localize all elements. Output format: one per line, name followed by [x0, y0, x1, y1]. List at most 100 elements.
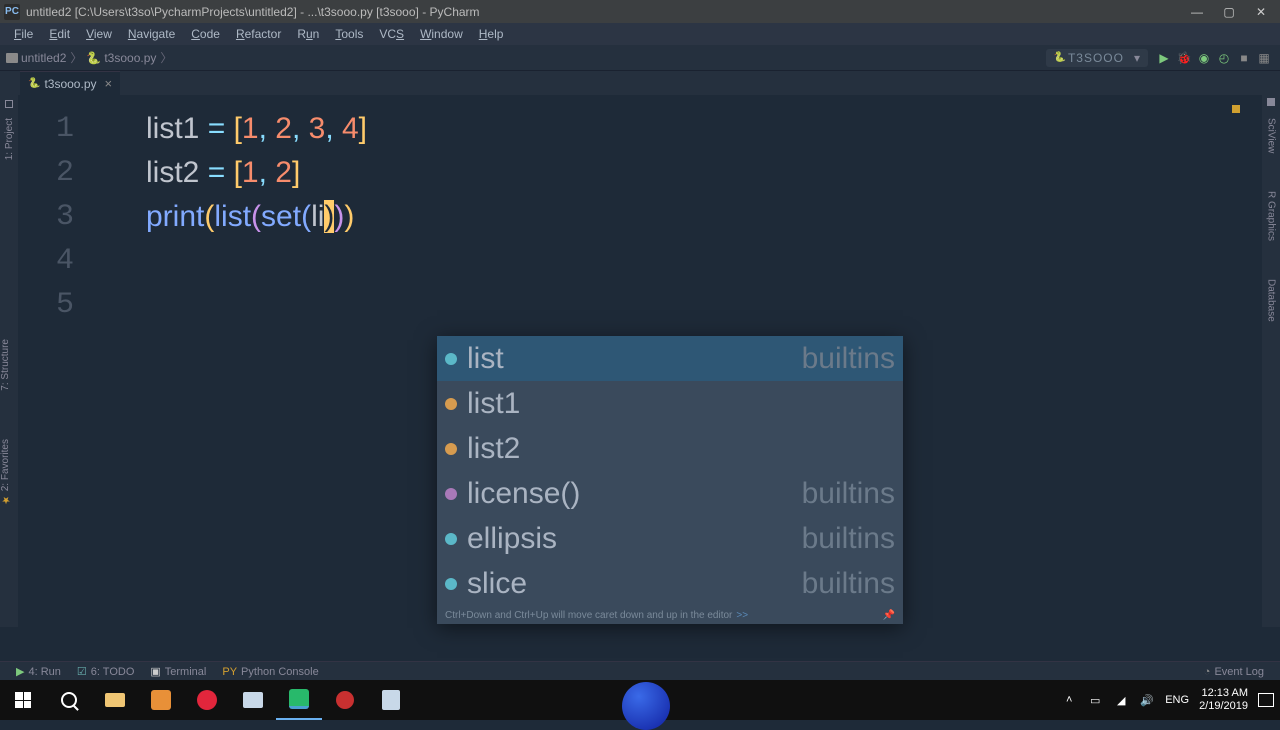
- window-title: untitled2 [C:\Users\t3so\PycharmProjects…: [26, 5, 1190, 19]
- battery-icon[interactable]: ▭: [1087, 692, 1103, 708]
- python-icon: 🐍: [28, 78, 40, 89]
- notepad-button[interactable]: [368, 680, 414, 720]
- mail-button[interactable]: [230, 680, 276, 720]
- code-area[interactable]: list1 = [1, 2, 3, 4] list2 = [1, 2] prin…: [146, 107, 367, 239]
- opera-button[interactable]: [184, 680, 230, 720]
- pycharm-button[interactable]: [276, 680, 322, 720]
- start-button[interactable]: [0, 680, 46, 720]
- python-console-button[interactable]: PYPython Console: [214, 666, 326, 678]
- completion-kind-icon: [445, 398, 457, 410]
- completion-hint: Ctrl+Down and Ctrl+Up will move caret do…: [437, 606, 903, 624]
- right-tool-strip: SciView R Graphics Database: [1262, 95, 1280, 627]
- structure-tool-button[interactable]: 7: Structure: [0, 335, 11, 395]
- windows-taskbar: ˄ ▭ ◢ 🔊 ENG 12:13 AM 2/19/2019: [0, 680, 1280, 720]
- favorites-tool-button[interactable]: ★ 2: Favorites: [0, 435, 11, 509]
- menu-run[interactable]: Run: [289, 27, 327, 41]
- line-number: 2: [18, 151, 96, 195]
- menu-refactor[interactable]: Refactor: [228, 27, 289, 41]
- breadcrumb-project[interactable]: untitled2: [6, 51, 66, 65]
- line-gutter: 1 2 3 4 5: [18, 95, 96, 627]
- hint-link[interactable]: >>: [736, 610, 748, 621]
- chevron-icon: 〉: [70, 49, 82, 66]
- todo-tool-button[interactable]: ☑6: TODO: [69, 665, 142, 678]
- database-tool-button[interactable]: Database: [1266, 275, 1277, 326]
- code-line-1: list1 = [1, 2, 3, 4]: [146, 107, 367, 151]
- menubar: File Edit View Navigate Code Refactor Ru…: [0, 23, 1280, 45]
- close-tab-icon[interactable]: ×: [105, 76, 113, 91]
- chevron-icon: 〉: [160, 49, 172, 66]
- coverage-button[interactable]: ◉: [1194, 48, 1214, 68]
- menu-view[interactable]: View: [78, 27, 120, 41]
- code-line-3: print(list(set(li))): [146, 195, 367, 239]
- completion-item[interactable]: license() builtins: [437, 471, 903, 516]
- search-button[interactable]: ▦: [1254, 48, 1274, 68]
- run-button[interactable]: ▶: [1154, 48, 1174, 68]
- line-number: 4: [18, 239, 96, 283]
- volume-icon[interactable]: 🔊: [1139, 692, 1155, 708]
- language-indicator[interactable]: ENG: [1165, 694, 1189, 706]
- completion-item[interactable]: list2: [437, 426, 903, 471]
- menu-code[interactable]: Code: [183, 27, 228, 41]
- notification-icon[interactable]: [1258, 693, 1274, 707]
- chevron-down-icon: ▾: [1134, 51, 1140, 65]
- debug-button[interactable]: 🐞: [1174, 48, 1194, 68]
- menu-help[interactable]: Help: [471, 27, 512, 41]
- minimize-button[interactable]: —: [1190, 5, 1204, 19]
- pin-icon[interactable]: 📌: [883, 610, 895, 621]
- completion-kind-icon: [445, 443, 457, 455]
- menu-file[interactable]: File: [6, 27, 41, 41]
- breadcrumb: untitled2 〉 🐍 t3sooo.py 〉: [6, 49, 172, 66]
- line-number: 1: [18, 107, 96, 151]
- sciview-icon[interactable]: [1267, 98, 1275, 106]
- completion-popup[interactable]: list builtins list1 list2 license() buil…: [437, 336, 903, 624]
- completion-item[interactable]: list builtins: [437, 336, 903, 381]
- cursor-highlight: [622, 682, 670, 730]
- completion-item[interactable]: slice builtins: [437, 561, 903, 606]
- completion-kind-icon: [445, 488, 457, 500]
- sublime-button[interactable]: [138, 680, 184, 720]
- maximize-button[interactable]: ▢: [1222, 5, 1236, 19]
- sciview-tool-button[interactable]: SciView: [1266, 114, 1277, 157]
- completion-kind-icon: [445, 578, 457, 590]
- line-number: 3: [18, 195, 96, 239]
- profile-button[interactable]: ◴: [1214, 48, 1234, 68]
- clock[interactable]: 12:13 AM 2/19/2019: [1199, 687, 1248, 713]
- menu-navigate[interactable]: Navigate: [120, 27, 183, 41]
- tray-overflow-icon[interactable]: ˄: [1061, 692, 1077, 708]
- completion-kind-icon: [445, 533, 457, 545]
- pycharm-icon: PC: [4, 4, 20, 20]
- titlebar: PC untitled2 [C:\Users\t3so\PycharmProje…: [0, 0, 1280, 23]
- stop-button[interactable]: ■: [1234, 48, 1254, 68]
- python-icon: 🐍: [1054, 52, 1066, 63]
- run-tool-button[interactable]: ▶4: Run: [8, 665, 69, 678]
- close-button[interactable]: ✕: [1254, 5, 1268, 19]
- menu-vcs[interactable]: VCS: [371, 27, 412, 41]
- menu-tools[interactable]: Tools: [327, 27, 371, 41]
- editor-tabs: 🐍 t3sooo.py ×: [0, 71, 1280, 95]
- rgraphics-tool-button[interactable]: R Graphics: [1266, 187, 1277, 245]
- wifi-icon[interactable]: ◢: [1113, 692, 1129, 708]
- search-button[interactable]: [46, 680, 92, 720]
- recorder-button[interactable]: [322, 680, 368, 720]
- python-icon: 🐍: [86, 51, 101, 65]
- completion-item[interactable]: ellipsis builtins: [437, 516, 903, 561]
- project-tool-icon[interactable]: [5, 100, 13, 108]
- run-config-selector[interactable]: 🐍 T3SOOO ▾: [1046, 49, 1149, 67]
- completion-kind-icon: [445, 353, 457, 365]
- bottom-tool-bar: ▶4: Run ☑6: TODO ▣Terminal PYPython Cons…: [0, 661, 1280, 681]
- system-tray: ˄ ▭ ◢ 🔊 ENG 12:13 AM 2/19/2019: [1061, 680, 1274, 720]
- tab-t3sooo[interactable]: 🐍 t3sooo.py ×: [20, 71, 120, 95]
- project-tool-button[interactable]: 1: Project: [4, 114, 15, 164]
- folder-icon: [6, 53, 18, 63]
- code-line-2: list2 = [1, 2]: [146, 151, 367, 195]
- file-explorer-button[interactable]: [92, 680, 138, 720]
- menu-window[interactable]: Window: [412, 27, 471, 41]
- code-editor[interactable]: 1 2 3 4 5 list1 = [1, 2, 3, 4] list2 = […: [18, 95, 1262, 627]
- error-stripe-indicator[interactable]: [1232, 105, 1240, 113]
- menu-edit[interactable]: Edit: [41, 27, 78, 41]
- terminal-tool-button[interactable]: ▣Terminal: [142, 665, 214, 678]
- breadcrumb-file[interactable]: 🐍 t3sooo.py: [86, 51, 156, 65]
- line-number: 5: [18, 283, 96, 327]
- event-log-button[interactable]: ◔Event Log: [1196, 666, 1272, 678]
- completion-item[interactable]: list1: [437, 381, 903, 426]
